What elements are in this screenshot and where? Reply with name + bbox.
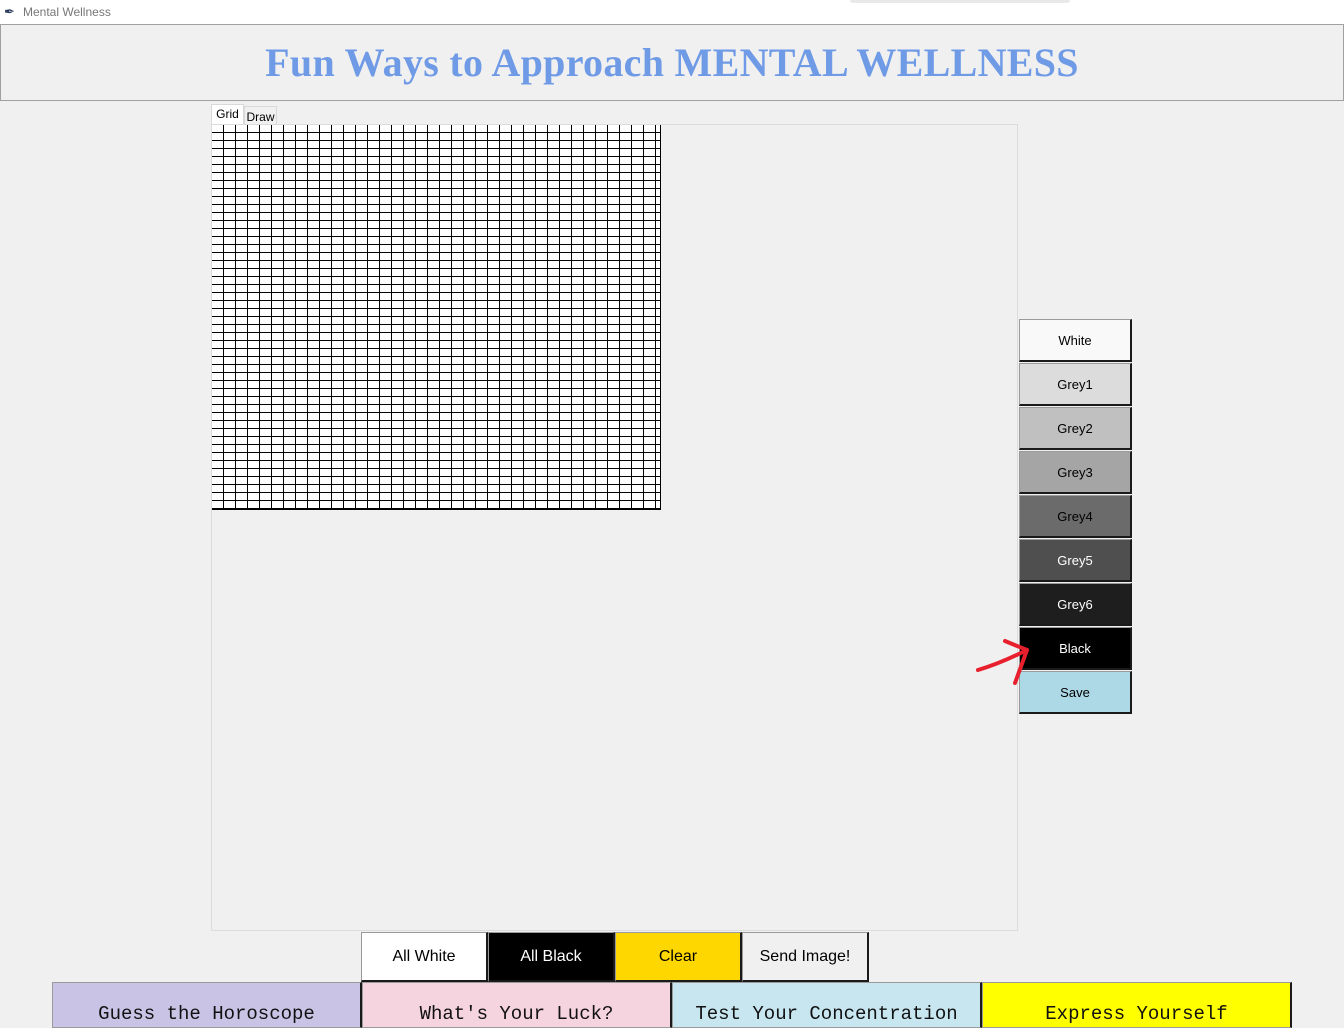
color-grey6-button[interactable]: Grey6 xyxy=(1019,583,1132,626)
nav-guess-horoscope[interactable]: Guess the Horoscope xyxy=(52,982,362,1028)
color-grey3-button[interactable]: Grey3 xyxy=(1019,451,1132,494)
color-palette: White Grey1 Grey2 Grey3 Grey4 Grey5 Grey… xyxy=(1019,319,1132,715)
red-arrow-icon xyxy=(976,639,1029,685)
tab-draw[interactable]: Draw xyxy=(244,106,277,125)
color-white-button[interactable]: White xyxy=(1019,319,1132,362)
all-black-button[interactable]: All Black xyxy=(488,932,615,982)
nav-express-yourself[interactable]: Express Yourself xyxy=(982,982,1292,1028)
all-white-button[interactable]: All White xyxy=(361,932,488,982)
tab-grid[interactable]: Grid xyxy=(211,104,244,124)
color-grey5-button[interactable]: Grey5 xyxy=(1019,539,1132,582)
feather-icon: ✒ xyxy=(4,4,15,19)
page-title: Fun Ways to Approach MENTAL WELLNESS xyxy=(265,40,1079,85)
pixel-grid-canvas[interactable] xyxy=(212,125,661,510)
save-button[interactable]: Save xyxy=(1019,671,1132,714)
send-image-button[interactable]: Send Image! xyxy=(742,932,869,982)
color-grey4-button[interactable]: Grey4 xyxy=(1019,495,1132,538)
titlebar-shadow xyxy=(850,0,1070,3)
window-title: Mental Wellness xyxy=(23,5,111,19)
nav-test-concentration[interactable]: Test Your Concentration xyxy=(672,982,982,1028)
clear-button[interactable]: Clear xyxy=(615,932,742,982)
color-grey2-button[interactable]: Grey2 xyxy=(1019,407,1132,450)
nav-whats-your-luck[interactable]: What's Your Luck? xyxy=(362,982,672,1028)
color-black-button[interactable]: Black xyxy=(1019,627,1132,670)
header-banner: Fun Ways to Approach MENTAL WELLNESS xyxy=(0,24,1344,101)
window-titlebar: ✒ Mental Wellness xyxy=(0,0,1344,24)
color-grey1-button[interactable]: Grey1 xyxy=(1019,363,1132,406)
